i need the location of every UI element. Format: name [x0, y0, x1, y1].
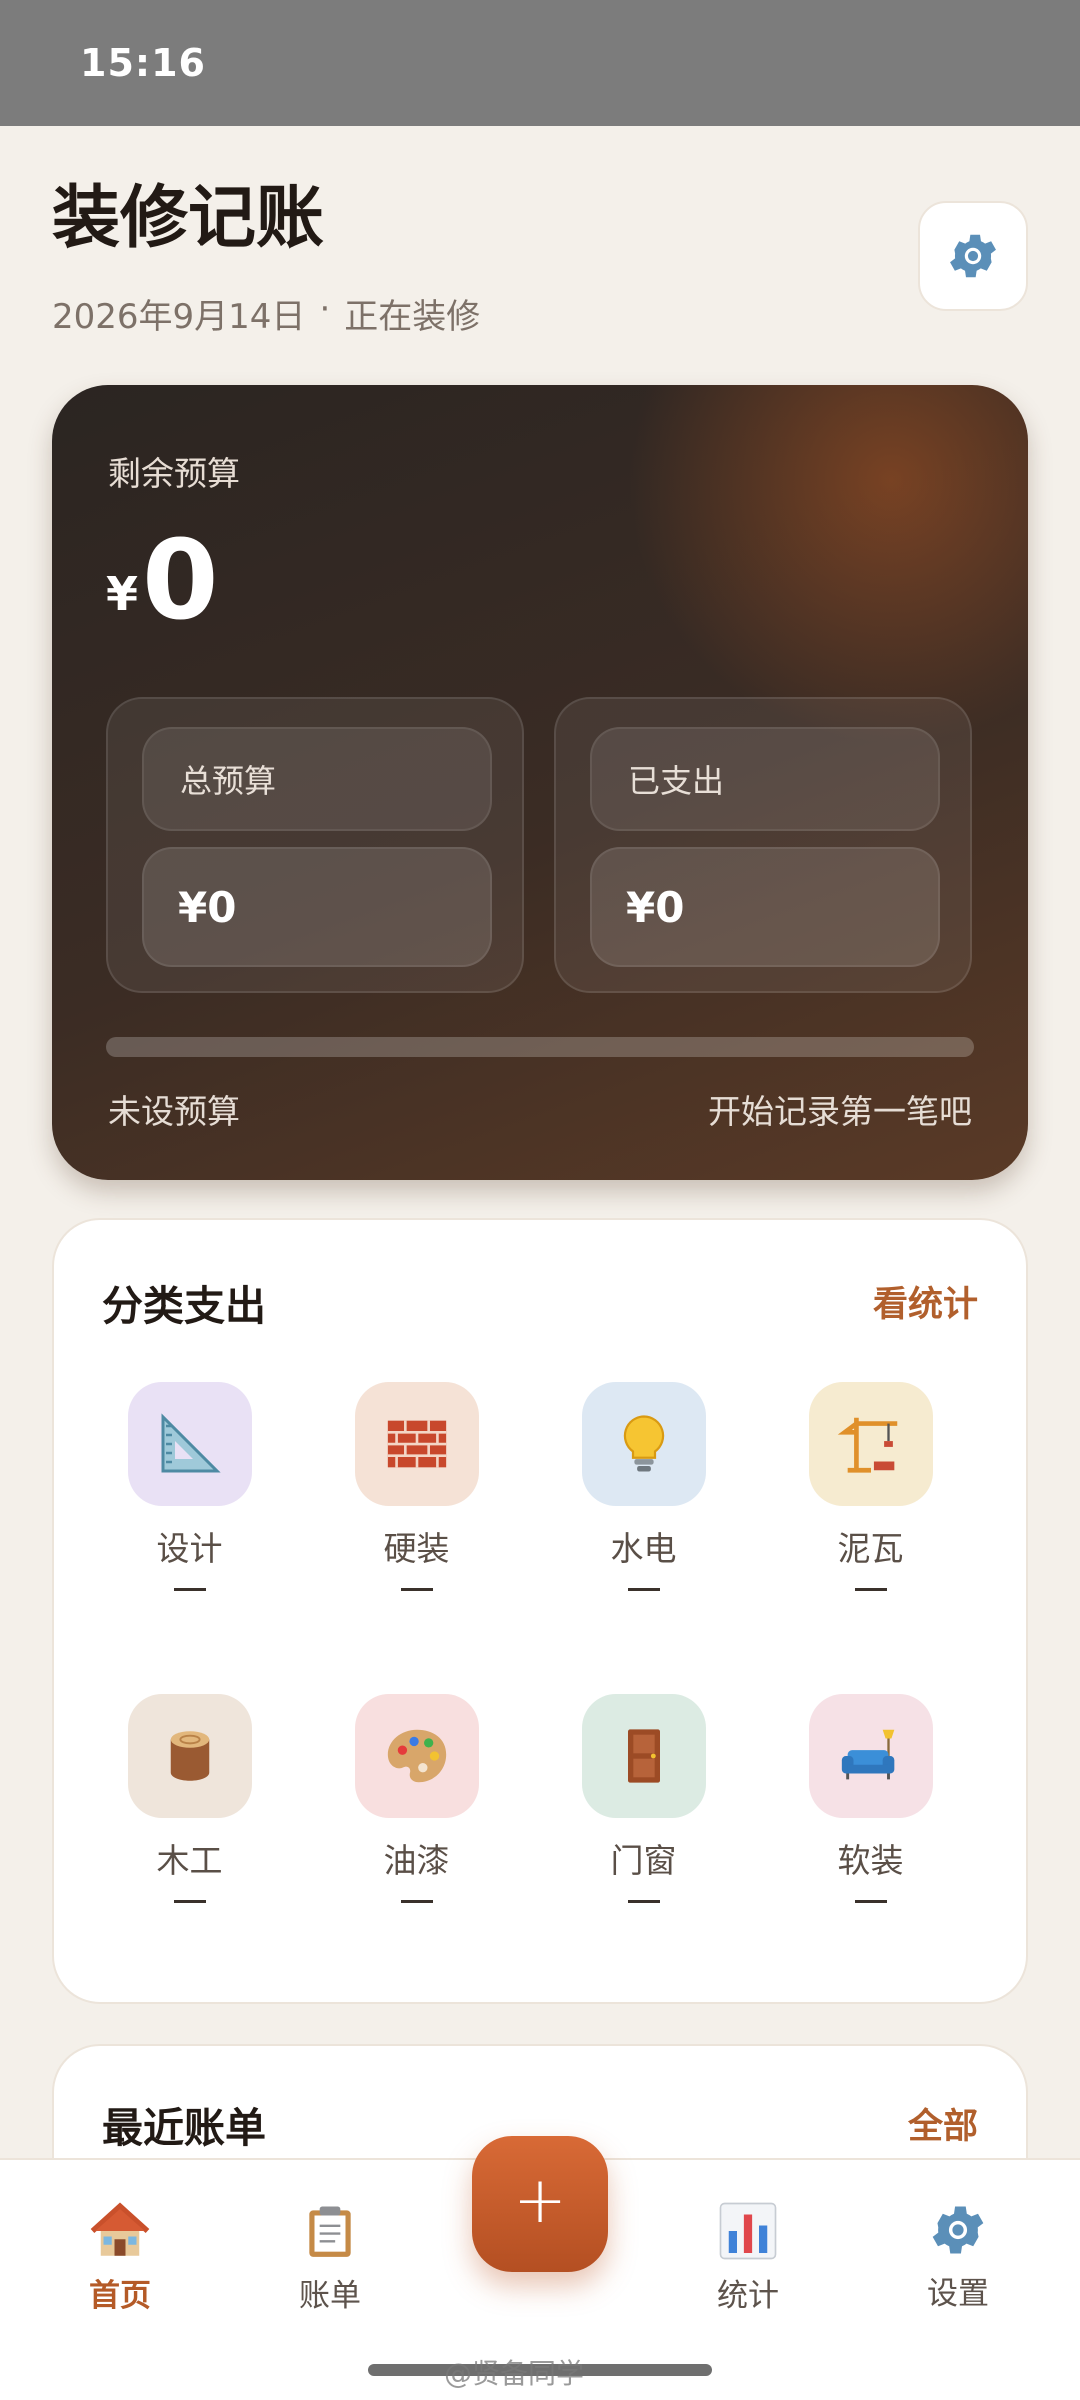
total-budget-label: 总预算: [142, 727, 492, 831]
nav-label: 首页: [89, 2278, 151, 2314]
category-painting[interactable]: 油漆: [303, 1694, 530, 1962]
sofa-icon: [841, 1729, 894, 1780]
header: 装修记账 2026年9月14日 · 正在装修: [52, 185, 1028, 345]
category-icon-tile: [127, 1382, 252, 1506]
view-all-link[interactable]: 全部: [908, 2098, 978, 2149]
category-icon-tile: [354, 1694, 479, 1818]
nav-bills[interactable]: 账单: [250, 2198, 410, 2315]
category-carpentry[interactable]: 木工: [76, 1694, 303, 1962]
wood-log-icon: [170, 1731, 209, 1781]
light-bulb-icon: [623, 1415, 664, 1472]
remaining-budget-label: 剩余预算: [108, 454, 240, 493]
category-name: 水电: [610, 1529, 677, 1568]
category-amount: [854, 1588, 887, 1591]
category-soft-furnishing[interactable]: 软装: [757, 1694, 984, 1962]
total-budget-value: ¥0: [142, 847, 492, 967]
category-icon-tile: [808, 1694, 933, 1818]
category-name: 硬装: [383, 1529, 450, 1568]
triangle-ruler-icon: [161, 1413, 221, 1473]
category-section-title: 分类支出: [102, 1282, 266, 1330]
category-icon-tile: [581, 1382, 706, 1506]
paint-palette-icon: [387, 1729, 446, 1783]
add-expense-button[interactable]: +: [472, 2136, 608, 2272]
subtitle-separator: ·: [319, 289, 331, 329]
category-amount: [627, 1588, 660, 1591]
category-masonry[interactable]: 泥瓦: [757, 1382, 984, 1650]
category-doors-windows[interactable]: 门窗: [530, 1694, 757, 1962]
category-name: 门窗: [610, 1841, 677, 1880]
category-name: 设计: [156, 1529, 223, 1568]
status-bar: 15:16: [0, 0, 1080, 126]
remaining-budget-value: 0: [142, 516, 219, 644]
category-design[interactable]: 设计: [76, 1382, 303, 1650]
budget-status-text: 未设预算: [108, 1092, 240, 1131]
category-icon-tile: [354, 1382, 479, 1506]
category-name: 泥瓦: [837, 1529, 904, 1568]
remaining-budget-amount: ¥ 0: [106, 525, 219, 635]
spent-box[interactable]: 已支出 ¥0: [554, 697, 972, 993]
currency-symbol: ¥: [106, 567, 139, 621]
nav-home[interactable]: 首页: [40, 2198, 200, 2315]
category-plumbing-electric[interactable]: 水电: [530, 1382, 757, 1650]
nav-settings[interactable]: 设置: [878, 2198, 1038, 2313]
page-title: 装修记账: [52, 179, 325, 258]
category-amount: [400, 1588, 433, 1591]
renovation-status: 正在装修: [344, 297, 481, 337]
budget-card: 剩余预算 ¥ 0 总预算 ¥0 已支出 ¥0 未设预算 开始记录第一笔吧: [52, 385, 1028, 1180]
brick-icon: [387, 1420, 446, 1468]
crane-icon: [837, 1417, 897, 1473]
budget-progress-bar: [106, 1037, 974, 1057]
total-budget-box[interactable]: 总预算 ¥0: [106, 697, 524, 993]
category-amount: [627, 1900, 660, 1903]
category-grid: 设计 硬装 水电 泥瓦 木工 油漆 门窗 软装: [76, 1382, 984, 1962]
bar-chart-icon: [719, 2202, 777, 2260]
category-icon-tile: [127, 1694, 252, 1818]
nav-stats[interactable]: 统计: [668, 2198, 828, 2315]
category-name: 木工: [156, 1841, 223, 1880]
spent-label: 已支出: [590, 727, 940, 831]
view-stats-link[interactable]: 看统计: [873, 1276, 978, 1327]
category-spending-card: 分类支出 看统计 设计 硬装 水电 泥瓦 木工 油漆 门窗 软装: [52, 1218, 1028, 2004]
budget-hint-text: 开始记录第一笔吧: [708, 1092, 972, 1131]
category-icon-tile: [808, 1382, 933, 1506]
clipboard-icon: [309, 2206, 351, 2257]
settings-button[interactable]: [918, 201, 1028, 311]
category-amount: [854, 1900, 887, 1903]
recent-section-title: 最近账单: [102, 2104, 266, 2152]
spent-value: ¥0: [590, 847, 940, 967]
category-hard-decoration[interactable]: 硬装: [303, 1382, 530, 1650]
gear-icon: [932, 2206, 984, 2254]
page-subtitle: 2026年9月14日 · 正在装修: [52, 289, 1028, 338]
category-amount: [173, 1900, 206, 1903]
status-time: 15:16: [80, 41, 206, 85]
category-icon-tile: [581, 1694, 706, 1818]
plus-icon: +: [513, 2164, 567, 2238]
gear-icon: [950, 234, 996, 278]
category-amount: [173, 1588, 206, 1591]
category-amount: [400, 1900, 433, 1903]
nav-label: 设置: [927, 2276, 989, 2312]
watermark-text: @贤备同学: [444, 2357, 585, 2390]
category-name: 油漆: [383, 1841, 450, 1880]
door-icon: [627, 1729, 660, 1783]
nav-label: 账单: [299, 2278, 361, 2314]
current-date: 2026年9月14日: [52, 297, 306, 337]
category-name: 软装: [837, 1841, 904, 1880]
house-icon: [90, 2202, 150, 2256]
nav-label: 统计: [717, 2278, 779, 2314]
